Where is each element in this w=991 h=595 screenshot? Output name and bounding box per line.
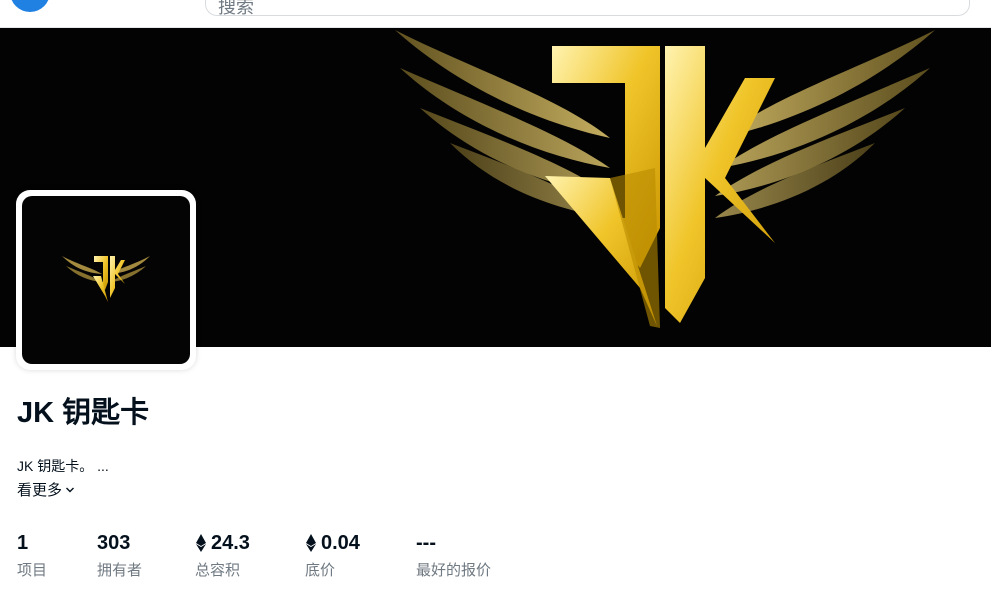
stat-value: 303 [97,531,142,555]
collection-title: JK 钥匙卡 [17,397,150,429]
stat-label: 最好的报价 [416,562,492,579]
stat-value-text: 0.04 [321,531,360,554]
stat-value: 24.3 [195,531,250,555]
site-logo-icon[interactable] [10,0,50,12]
chevron-down-icon [66,487,75,492]
stat-label: 项目 [17,562,48,579]
see-more-button[interactable]: 看更多 [17,479,75,500]
see-more-label: 看更多 [17,482,63,499]
top-navigation-bar [0,0,991,28]
collection-logo-image [22,196,190,364]
stat-best-offer[interactable]: --- 最好的报价 [416,531,491,580]
search-input[interactable] [216,0,920,23]
stat-owners[interactable]: 303 拥有者 [97,531,142,580]
stat-label: 底价 [305,562,336,579]
stat-label: 总容积 [195,562,241,579]
stat-value-text: 24.3 [211,531,250,554]
collection-description: JK 钥匙卡。 ... [17,458,109,474]
ethereum-icon [306,534,316,552]
stat-value-text: 303 [97,531,131,554]
search-bar[interactable] [205,0,970,23]
stat-value: --- [416,531,491,555]
stat-value-text: 1 [17,531,29,554]
stat-total-volume[interactable]: 24.3 总容积 [195,531,250,580]
stat-value: 0.04 [305,531,360,555]
stat-label: 拥有者 [97,562,143,579]
stat-items[interactable]: 1 项目 [17,531,47,580]
stat-value-text: --- [416,531,436,554]
stat-value: 1 [17,531,47,555]
collection-avatar [16,190,196,370]
ethereum-icon [196,534,206,552]
stat-floor-price[interactable]: 0.04 底价 [305,531,360,580]
site-logo-wordmark[interactable] [68,0,108,6]
